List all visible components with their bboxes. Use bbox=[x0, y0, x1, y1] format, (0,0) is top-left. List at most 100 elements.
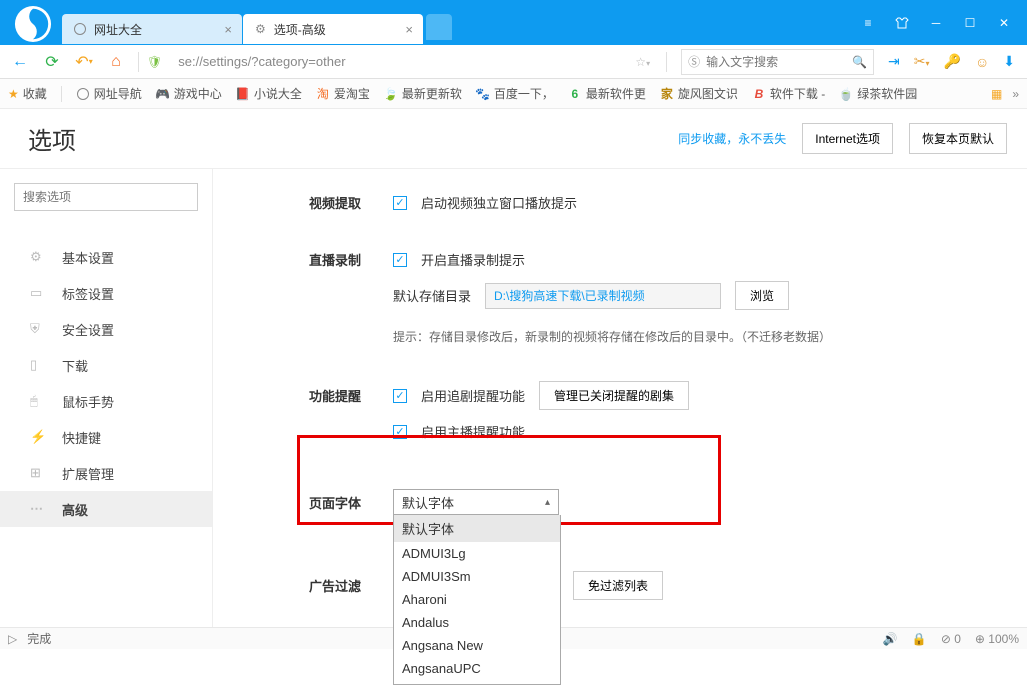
restore-default-button[interactable]: 恢复本页默认 bbox=[909, 123, 1007, 154]
tab-label: 选项-高级 bbox=[274, 21, 326, 38]
sidebar-item-shortcut[interactable]: ⚡快捷键 bbox=[0, 419, 212, 455]
six-icon: 6 bbox=[568, 87, 582, 101]
undo-button[interactable]: ↶▾ bbox=[70, 48, 98, 76]
dropdown-option[interactable]: AngsanaUPC bbox=[394, 657, 560, 680]
download-icon[interactable]: ⬇ bbox=[1003, 53, 1015, 70]
back-button[interactable]: ← bbox=[6, 48, 34, 76]
sidebar-item-mouse[interactable]: 🖱鼠标手势 bbox=[0, 383, 212, 419]
lock-icon[interactable]: 🔒 bbox=[912, 632, 927, 646]
dropdown-option[interactable]: ADMUI3Lg bbox=[394, 542, 560, 565]
sync-link[interactable]: 同步收藏，永不丢失 bbox=[678, 130, 786, 147]
toolbar-extras: ⇥ ✂▾ 🔑 ☺ ⬇ bbox=[878, 53, 1021, 70]
globe-icon bbox=[76, 87, 90, 101]
minimize-icon[interactable]: ─ bbox=[929, 16, 943, 30]
checkbox[interactable]: ✓ bbox=[393, 389, 407, 403]
bookmark-label: 百度一下， bbox=[494, 85, 554, 102]
new-tab-button[interactable] bbox=[426, 14, 452, 40]
sidebar-item-download[interactable]: ▯下载 bbox=[0, 347, 212, 383]
checkbox[interactable]: ✓ bbox=[393, 253, 407, 267]
internet-options-button[interactable]: Internet选项 bbox=[802, 123, 893, 154]
star-icon: ★ bbox=[8, 87, 19, 101]
more-bookmarks-icon[interactable]: » bbox=[1012, 87, 1019, 101]
bookmark-item[interactable]: 🎮 游戏中心 bbox=[156, 85, 222, 102]
maximize-icon[interactable]: ☐ bbox=[963, 16, 977, 30]
url-input[interactable] bbox=[170, 49, 623, 75]
shirt-icon[interactable] bbox=[895, 16, 909, 30]
dropdown-option[interactable]: Andalus bbox=[394, 611, 560, 634]
search-icon[interactable]: 🔍 bbox=[852, 55, 867, 69]
bookmark-item[interactable]: 网址导航 bbox=[76, 85, 142, 102]
dropdown-option[interactable]: Aharoni bbox=[394, 588, 560, 611]
bookmark-item[interactable]: 6 最新软件更 bbox=[568, 85, 646, 102]
reload-button[interactable]: ⟳ bbox=[38, 48, 66, 76]
font-select[interactable]: 默认字体 ▴ 默认字体 ADMUI3Lg ADMUI3Sm Aharoni An… bbox=[393, 489, 559, 515]
bookmark-item[interactable]: 🍃最新更新软 bbox=[384, 85, 462, 102]
grid-icon[interactable]: ▦ bbox=[991, 87, 1002, 101]
browse-button[interactable]: 浏览 bbox=[735, 281, 789, 310]
zoom-control[interactable]: ⊕ 100% bbox=[975, 632, 1019, 646]
dropdown-option[interactable]: ADMUI3Sm bbox=[394, 565, 560, 588]
bookmark-item[interactable]: 🐾百度一下， bbox=[476, 85, 554, 102]
bookmark-label: 最新软件更 bbox=[586, 85, 646, 102]
triangle-up-icon: ▴ bbox=[545, 497, 550, 508]
tab-label: 网址大全 bbox=[94, 21, 142, 38]
sidebar-item-basic[interactable]: ⚙基本设置 bbox=[0, 239, 212, 275]
sidebar-item-label: 高级 bbox=[62, 500, 88, 519]
favorites-label: 收藏 bbox=[23, 85, 47, 102]
section-func-label: 功能提醒 bbox=[309, 389, 361, 404]
dropdown-option[interactable]: 默认字体 bbox=[394, 515, 560, 542]
menu-icon[interactable]: ≡ bbox=[861, 16, 875, 30]
sidebar-item-security[interactable]: ⛨安全设置 bbox=[0, 311, 212, 347]
home-button[interactable]: ⌂ bbox=[102, 48, 130, 76]
bookmark-item[interactable]: B软件下载 - bbox=[752, 85, 825, 102]
checkbox[interactable]: ✓ bbox=[393, 196, 407, 210]
dropdown-option[interactable]: Aparajita bbox=[394, 680, 560, 685]
bookmark-label: 最新更新软 bbox=[402, 85, 462, 102]
bookmark-label: 绿茶软件园 bbox=[857, 85, 917, 102]
bookmark-item[interactable]: 家旋风图文识 bbox=[660, 85, 738, 102]
play-icon[interactable]: ▷ bbox=[8, 632, 17, 646]
close-window-icon[interactable]: ✕ bbox=[997, 16, 1011, 30]
tab-1[interactable]: ⚙ 选项-高级 × bbox=[243, 14, 423, 44]
favorites-button[interactable]: ★ 收藏 bbox=[8, 85, 47, 102]
sidebar-item-advanced[interactable]: ⋯高级 bbox=[0, 491, 212, 527]
address-bar: ← ⟳ ↶▾ ⌂ 🛡 ☆▾ Ⓢ 🔍 ⇥ ✂▾ 🔑 ☺ ⬇ bbox=[0, 45, 1027, 79]
window-controls: ≡ ─ ☐ ✕ bbox=[861, 0, 1027, 45]
search-input[interactable] bbox=[706, 55, 846, 69]
checkbox[interactable]: ✓ bbox=[393, 425, 407, 439]
manage-drama-button[interactable]: 管理已关闭提醒的剧集 bbox=[539, 381, 689, 410]
dropdown-option[interactable]: Angsana New bbox=[394, 634, 560, 657]
storage-path-input[interactable] bbox=[485, 283, 721, 309]
close-icon[interactable]: × bbox=[224, 22, 232, 37]
sidebar-item-tabs[interactable]: ▭标签设置 bbox=[0, 275, 212, 311]
face-icon[interactable]: ☺ bbox=[975, 54, 989, 70]
bookmark-item[interactable]: 淘爱淘宝 bbox=[316, 85, 370, 102]
jia-icon: 家 bbox=[660, 87, 674, 101]
adblock-icon[interactable]: ⊘ 0 bbox=[941, 632, 961, 646]
favorite-star-icon[interactable]: ☆▾ bbox=[627, 55, 658, 69]
sidebar-item-ext[interactable]: ⊞扩展管理 bbox=[0, 455, 212, 491]
bookmark-item[interactable]: 🍵 绿茶软件园 bbox=[839, 85, 917, 102]
sidebar-item-label: 标签设置 bbox=[62, 284, 114, 303]
key-icon[interactable]: 🔑 bbox=[944, 53, 961, 70]
adblock-whitelist-button[interactable]: 免过滤列表 bbox=[573, 571, 663, 600]
sidebar-search-input[interactable] bbox=[14, 183, 198, 211]
tab-0[interactable]: 网址大全 × bbox=[62, 14, 242, 44]
shield-icon: 🛡 bbox=[147, 55, 162, 69]
game-icon: 🎮 bbox=[156, 87, 170, 101]
checkbox-label: 启用主播提醒功能 bbox=[421, 422, 525, 441]
close-icon[interactable]: × bbox=[405, 22, 413, 37]
bookmark-label: 旋风图文识 bbox=[678, 85, 738, 102]
bookmark-label: 游戏中心 bbox=[174, 85, 222, 102]
login-icon[interactable]: ⇥ bbox=[888, 53, 900, 70]
bookmark-item[interactable]: 📕小说大全 bbox=[236, 85, 302, 102]
section-font-label: 页面字体 bbox=[309, 496, 361, 511]
sogou-icon[interactable]: Ⓢ bbox=[688, 53, 700, 70]
bookmark-label: 小说大全 bbox=[254, 85, 302, 102]
checkbox-label: 启动视频独立窗口播放提示 bbox=[421, 193, 577, 212]
shield-icon: ⛨ bbox=[30, 321, 44, 337]
tao-icon: 淘 bbox=[316, 87, 330, 101]
tea-icon: 🍵 bbox=[839, 87, 853, 101]
scissors-icon[interactable]: ✂▾ bbox=[914, 53, 930, 70]
volume-icon[interactable]: 🔊 bbox=[883, 632, 898, 646]
